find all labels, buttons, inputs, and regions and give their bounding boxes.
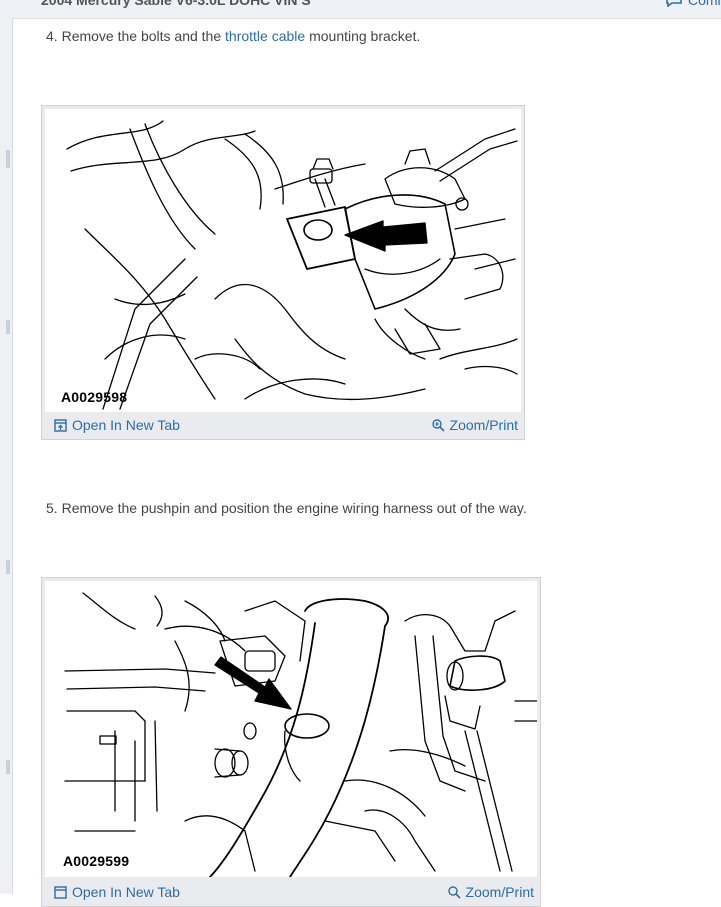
figure-a0029598: A0029598 Open In New Tab Zoom/Print [41, 105, 525, 440]
rail-mark [6, 560, 10, 574]
step-text-after: mounting bracket. [309, 28, 421, 44]
zoom-print-label: Zoom/Print [465, 884, 534, 900]
rail-mark [6, 150, 10, 168]
rail-mark [6, 760, 10, 774]
rail-mark [6, 320, 10, 334]
step-text: Remove the pushpin and position the engi… [61, 500, 527, 516]
step-4: 4. Remove the bolts and the throttle cab… [46, 28, 420, 44]
wiring-harness-illustration [64, 592, 537, 877]
step-text-before: Remove the bolts and the [61, 28, 222, 44]
zoom-print-link[interactable]: Zoom/Print [431, 417, 518, 433]
figure-a0029599: A0029599 Open In New Tab Zoom/Print [41, 577, 541, 907]
step-number: 4. [46, 28, 58, 44]
figure-toolbar: Open In New Tab Zoom/Print [42, 880, 540, 904]
zoom-icon [431, 418, 445, 432]
open-in-new-tab-label: Open In New Tab [72, 417, 180, 433]
step-5: 5. Remove the pushpin and position the e… [46, 500, 527, 516]
zoom-print-link[interactable]: Zoom/Print [447, 884, 534, 900]
left-rail [0, 0, 13, 894]
open-new-tab-icon [54, 885, 67, 899]
figure-toolbar: Open In New Tab Zoom/Print [42, 413, 524, 437]
open-in-new-tab-label: Open In New Tab [72, 884, 180, 900]
figure-image[interactable]: A0029598 [45, 109, 521, 412]
zoom-print-label: Zoom/Print [449, 417, 518, 433]
figure-id-label: A0029599 [63, 853, 130, 869]
open-new-tab-icon [54, 418, 67, 432]
throttle-cable-link[interactable]: throttle cable [225, 28, 305, 44]
page-header: 2004 Mercury Sable V6-3.0L DOHC VIN S Co… [12, 0, 721, 19]
step-number: 5. [46, 500, 58, 516]
zoom-icon [447, 885, 461, 899]
comment-label: Comm [688, 0, 721, 8]
comment-icon [666, 0, 682, 7]
figure-id-label: A0029598 [61, 389, 128, 405]
throttle-bracket-illustration [66, 120, 518, 410]
comment-button[interactable]: Comm [666, 0, 721, 8]
open-in-new-tab-link[interactable]: Open In New Tab [54, 417, 180, 433]
open-in-new-tab-link[interactable]: Open In New Tab [54, 884, 180, 900]
figure-image[interactable]: A0029599 [45, 581, 537, 877]
page-title: 2004 Mercury Sable V6-3.0L DOHC VIN S [41, 0, 311, 8]
